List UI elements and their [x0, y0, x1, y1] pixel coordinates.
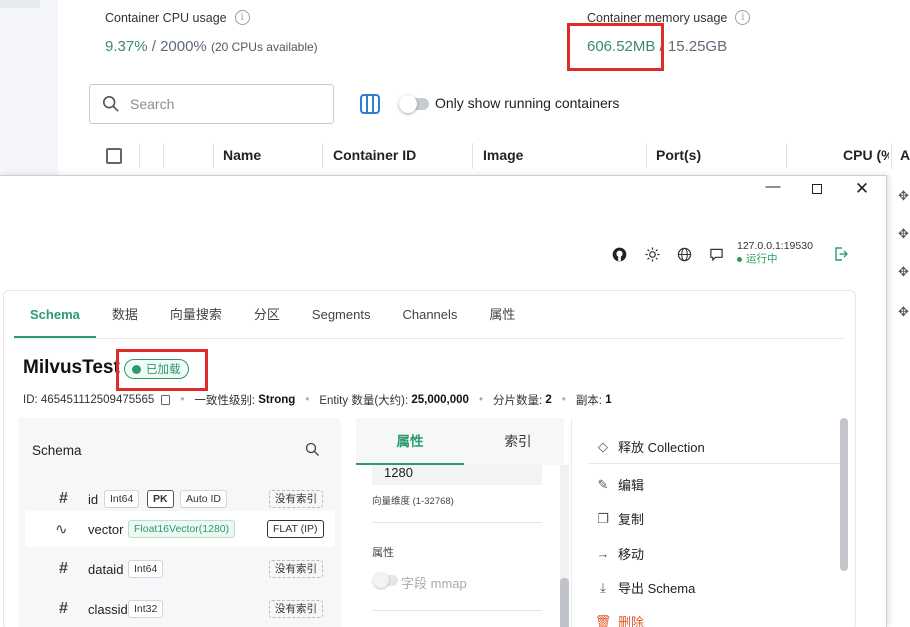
tab-partitions[interactable]: 分区: [238, 291, 296, 338]
collection-actions-menu: ◇ 释放 Collection ✎ 编辑 ❐ 复制 → 移动 ⤓ 导出 Schema 🗑 删…: [571, 418, 857, 627]
row-action-icon[interactable]: ✥: [898, 264, 909, 280]
tab-field-index[interactable]: 索引: [464, 418, 572, 465]
column-actions[interactable]: A: [900, 147, 910, 163]
info-icon[interactable]: i: [234, 10, 250, 25]
download-icon: ⤓: [600, 579, 606, 595]
number-field-icon: #: [59, 490, 68, 507]
tab-data[interactable]: 数据: [96, 291, 154, 338]
row-action-icon[interactable]: ✥: [898, 226, 909, 242]
feedback-chat-icon[interactable]: [708, 246, 724, 262]
mmap-label: 字段 mmap: [401, 576, 467, 591]
collection-name: MilvusTest: [23, 357, 120, 378]
delete-button[interactable]: 🗑 删除: [594, 612, 644, 627]
cpu-usage-value: 9.37% / 2000% (20 CPUs available): [105, 38, 318, 55]
tab-channels[interactable]: Channels: [386, 291, 473, 338]
field-attributes-pane: 属性 索引 1280 向量维度 (1-32768) 属性 字段 mmap: [356, 418, 569, 627]
column-ports[interactable]: Port(s): [656, 147, 701, 163]
logout-icon[interactable]: [833, 246, 849, 267]
move-button[interactable]: → 移动: [596, 544, 645, 563]
release-collection-button[interactable]: ◇ 释放 Collection: [596, 437, 705, 456]
cpu-usage-label: Container CPU usage i: [105, 10, 250, 25]
tab-properties[interactable]: 属性: [473, 291, 531, 338]
close-button[interactable]: ✕: [852, 179, 872, 199]
number-field-icon: #: [59, 560, 68, 577]
collection-meta: ID: 465451112509475565 • 一致性级别: Strong •…: [23, 394, 612, 407]
dimension-input[interactable]: 1280: [372, 465, 542, 485]
copy-icon[interactable]: [161, 395, 171, 405]
github-icon[interactable]: [611, 246, 627, 262]
field-row-vector[interactable]: ∿ vector Float16Vector(1280) FLAT (IP): [25, 511, 335, 547]
column-cpu[interactable]: CPU (%: [843, 147, 889, 163]
tab-field-properties[interactable]: 属性: [356, 418, 464, 465]
copy-icon: ❐: [597, 510, 609, 526]
scrollbar-thumb[interactable]: [840, 418, 848, 571]
collection-tabs: Schema 数据 向量搜索 分区 Segments Channels 属性: [14, 291, 531, 338]
column-container-id[interactable]: Container ID: [333, 147, 416, 163]
schema-pane: Schema # id Int64 PK Auto ID 没有索引 ∿ vect…: [18, 418, 341, 627]
release-icon: ◇: [598, 438, 608, 454]
scrollbar-thumb[interactable]: [560, 578, 569, 627]
schema-title: Schema: [32, 443, 82, 458]
number-field-icon: #: [59, 600, 68, 617]
info-icon[interactable]: i: [735, 10, 751, 25]
search-input[interactable]: [130, 96, 310, 112]
select-all-checkbox[interactable]: [106, 148, 122, 164]
duplicate-button[interactable]: ❐ 复制: [596, 509, 644, 528]
row-action-icon[interactable]: ✥: [898, 304, 909, 320]
connection-status: 127.0.0.1:19530 运行中: [737, 240, 813, 265]
edit-icon: ✎: [597, 476, 609, 492]
container-search-box[interactable]: [89, 84, 334, 124]
column-image[interactable]: Image: [483, 147, 523, 163]
search-icon: [102, 95, 119, 112]
attu-window: — ✕ 127.0.0.1:19530 运行中 Schema 数据 向量搜索 分…: [0, 175, 887, 627]
edit-button[interactable]: ✎ 编辑: [596, 475, 644, 494]
sidebar-selected-item[interactable]: [0, 0, 40, 8]
highlight-box-memory: [567, 23, 664, 71]
tab-segments[interactable]: Segments: [296, 291, 387, 338]
columns-toggle-icon[interactable]: [360, 94, 380, 114]
highlight-box-status: [116, 349, 208, 391]
trash-icon: 🗑: [594, 613, 612, 627]
language-globe-icon[interactable]: [676, 246, 692, 262]
properties-label: 属性: [372, 547, 394, 559]
mmap-toggle[interactable]: [373, 572, 398, 588]
running-only-label: Only show running containers: [435, 95, 620, 111]
search-icon[interactable]: [305, 442, 320, 462]
row-action-icon[interactable]: ✥: [898, 188, 909, 204]
theme-sun-icon[interactable]: [644, 246, 660, 262]
field-row-classid[interactable]: # classid Int32 没有索引: [25, 591, 335, 627]
minimize-button[interactable]: —: [763, 178, 783, 195]
tab-schema[interactable]: Schema: [14, 291, 96, 338]
maximize-button[interactable]: [807, 181, 827, 198]
export-schema-button[interactable]: ⤓ 导出 Schema: [596, 578, 695, 597]
running-only-toggle[interactable]: [399, 95, 429, 113]
collection-detail-panel: Schema 数据 向量搜索 分区 Segments Channels 属性 M…: [3, 290, 856, 627]
tab-vector-search[interactable]: 向量搜索: [154, 291, 238, 338]
vector-field-icon: ∿: [55, 521, 68, 538]
column-name[interactable]: Name: [223, 147, 261, 163]
field-row-dataid[interactable]: # dataid Int64 没有索引: [25, 551, 335, 587]
move-icon: →: [596, 546, 610, 561]
dimension-label: 向量维度 (1-32768): [372, 496, 454, 507]
